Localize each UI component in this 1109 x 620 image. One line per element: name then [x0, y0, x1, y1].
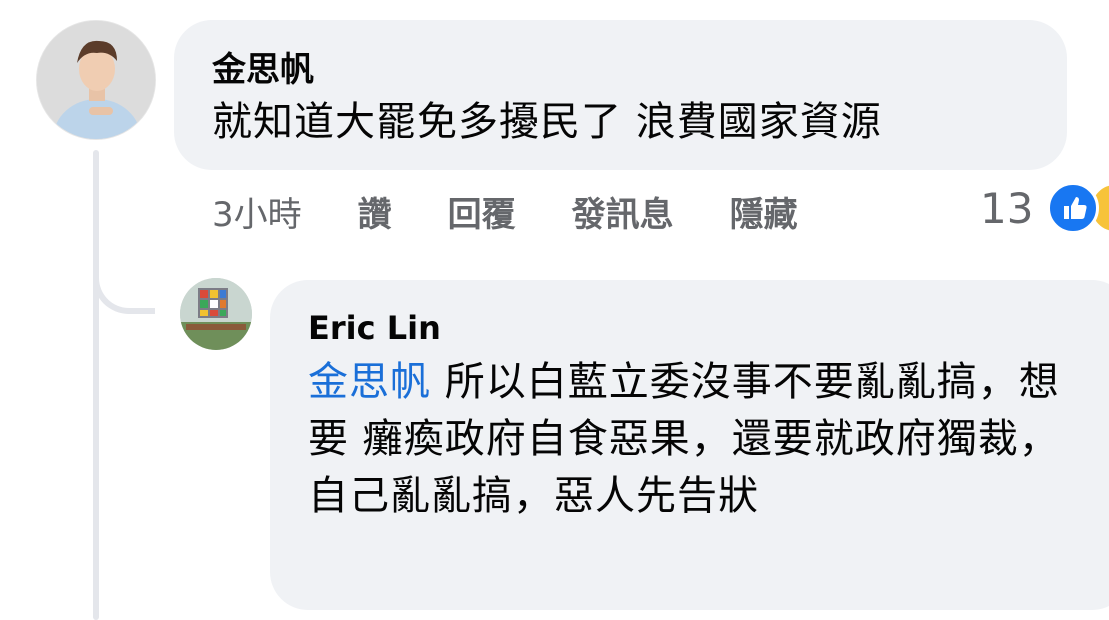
avatar[interactable]: [36, 20, 156, 140]
message-button[interactable]: 發訊息: [572, 187, 674, 236]
reply-connector: [93, 250, 155, 314]
reply-text: 金思帆 所以白藍立委沒事不要亂亂搞，想要 癱瘓政府自食惡果，還要就政府獨裁，自己…: [308, 354, 1088, 525]
thread-line: [93, 150, 99, 620]
reaction-summary[interactable]: 13: [980, 182, 1109, 234]
comment-actions: 3小時 讚 回覆 發訊息 隱藏: [212, 186, 854, 236]
reply-button[interactable]: 回覆: [448, 187, 516, 236]
comment-author[interactable]: 金思帆: [212, 50, 1029, 90]
like-icon: [1047, 182, 1100, 234]
profile-photo: [37, 21, 155, 139]
profile-photo: [180, 278, 252, 350]
reply-avatar[interactable]: [180, 278, 252, 350]
comment-text: 就知道大罷免多擾民了 浪費國家資源: [212, 99, 882, 145]
like-button[interactable]: 讚: [358, 187, 392, 236]
comment-bubble: 金思帆 就知道大罷免多擾民了 浪費國家資源: [174, 20, 1067, 170]
hide-button[interactable]: 隱藏: [730, 187, 798, 236]
mention-link[interactable]: 金思帆: [308, 359, 431, 405]
reply-bubble: Eric Lin 金思帆 所以白藍立委沒事不要亂亂搞，想要 癱瘓政府自食惡果，還…: [270, 280, 1109, 610]
comment-timestamp[interactable]: 3小時: [212, 187, 302, 236]
reply-author[interactable]: Eric Lin: [308, 308, 1092, 348]
reaction-count: 13: [980, 183, 1034, 233]
